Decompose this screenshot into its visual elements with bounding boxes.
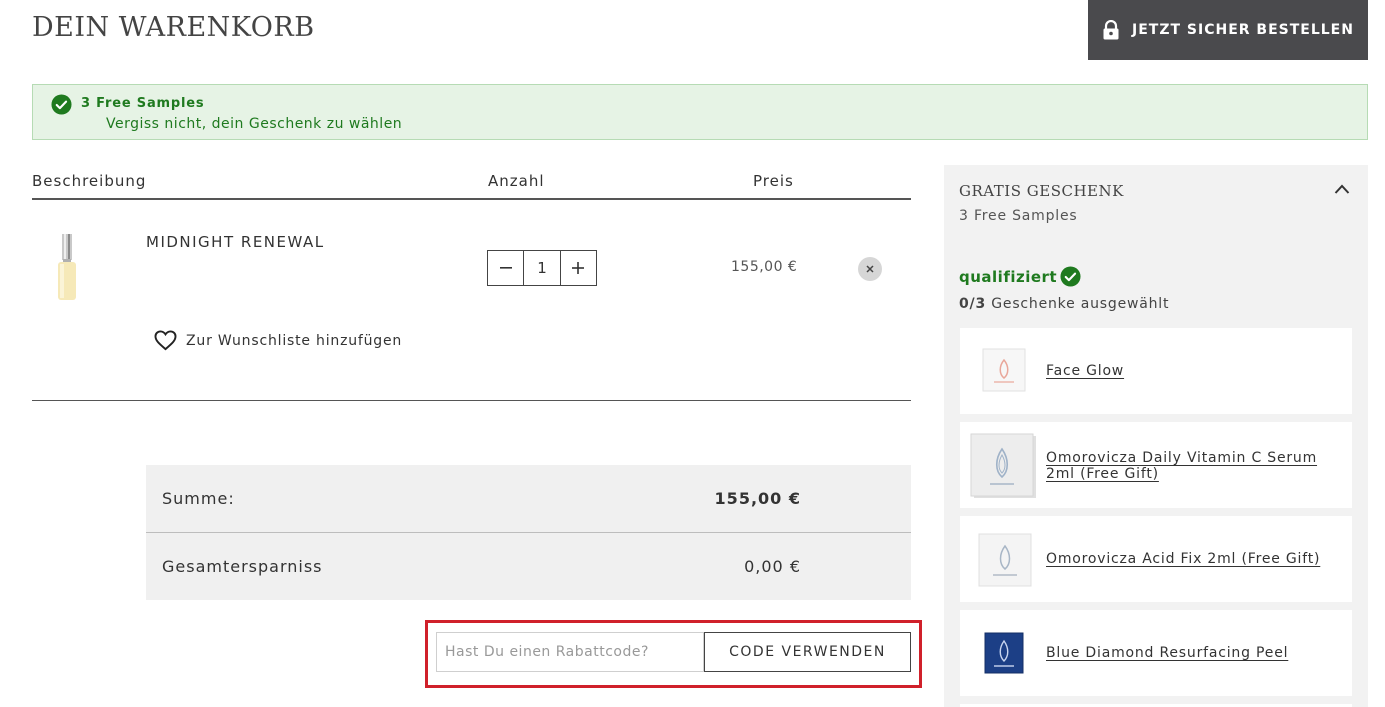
column-header-description: Beschreibung (32, 172, 147, 190)
sum-value: 155,00 € (714, 489, 801, 508)
gift-label: Omorovicza Daily Vitamin C Serum 2ml (Fr… (1046, 450, 1318, 482)
close-icon (866, 265, 874, 273)
column-header-quantity: Anzahl (488, 172, 545, 190)
gift-thumbnail (982, 348, 1026, 392)
sum-label: Summe: (162, 489, 235, 508)
page-title: DEIN WARENKORB (32, 12, 315, 43)
item-divider (32, 400, 911, 401)
apply-code-button[interactable]: CODE VERWENDEN (704, 632, 911, 672)
quantity-stepper: 1 (487, 250, 597, 286)
free-samples-notice: 3 Free Samples Vergiss nicht, dein Gesch… (32, 84, 1368, 140)
qualified-label: qualifiziert (959, 267, 1058, 286)
gift-panel-subtitle: 3 Free Samples (959, 208, 1078, 224)
product-name[interactable]: MIDNIGHT RENEWAL (146, 233, 325, 251)
checkout-button[interactable]: JETZT SICHER BESTELLEN (1088, 0, 1368, 60)
gift-thumbnail (970, 433, 1036, 498)
gift-label: Face Glow (1046, 363, 1125, 379)
savings-row: Gesamtersparniss 0,00 € (146, 532, 911, 599)
check-circle-icon (51, 94, 72, 115)
notice-title: 3 Free Samples (81, 96, 205, 111)
checkout-label: JETZT SICHER BESTELLEN (1132, 22, 1354, 38)
gift-label: Blue Diamond Resurfacing Peel (1046, 645, 1289, 661)
gift-thumbnail (984, 632, 1024, 674)
gift-panel-title: GRATIS GESCHENK (959, 182, 1124, 200)
gift-label: Omorovicza Acid Fix 2ml (Free Gift) (1046, 551, 1321, 567)
heart-icon (154, 330, 177, 351)
wishlist-label: Zur Wunschliste hinzufügen (186, 332, 403, 349)
header-divider (32, 198, 911, 200)
plus-icon (572, 262, 585, 274)
remove-item-button[interactable] (858, 257, 882, 281)
selected-count-text: Geschenke ausgewählt (991, 296, 1170, 312)
lock-icon (1103, 20, 1119, 40)
savings-value: 0,00 € (744, 557, 801, 576)
gift-option-blue-diamond-peel[interactable]: Blue Diamond Resurfacing Peel (960, 610, 1352, 696)
order-totals: Summe: 155,00 € Gesamtersparniss 0,00 € (146, 465, 911, 600)
quantity-value[interactable]: 1 (523, 251, 561, 285)
chevron-up-icon[interactable] (1334, 183, 1350, 195)
add-to-wishlist-link[interactable]: Zur Wunschliste hinzufügen (154, 330, 402, 351)
minus-icon (499, 267, 512, 269)
notice-text: Vergiss nicht, dein Geschenk zu wählen (106, 116, 403, 132)
savings-label: Gesamtersparniss (162, 557, 323, 576)
gift-option-acid-fix[interactable]: Omorovicza Acid Fix 2ml (Free Gift) (960, 516, 1352, 602)
gift-panel: GRATIS GESCHENK 3 Free Samples qualifizi… (944, 165, 1368, 707)
increase-quantity-button[interactable] (560, 251, 596, 285)
sum-row: Summe: 155,00 € (146, 465, 911, 532)
promo-code-input[interactable] (436, 632, 704, 672)
column-header-price: Preis (753, 172, 794, 190)
product-image (58, 234, 76, 300)
selected-count-value: 0/3 (959, 296, 986, 312)
qualified-status: qualifiziert (959, 266, 1081, 287)
gift-option-face-glow[interactable]: Face Glow (960, 328, 1352, 414)
selected-gifts-count: 0/3 Geschenke ausgewählt (959, 296, 1169, 312)
gift-thumbnail (978, 533, 1032, 587)
decrease-quantity-button[interactable] (488, 251, 524, 285)
check-circle-icon (1060, 266, 1081, 287)
item-price: 155,00 € (731, 259, 798, 275)
gift-option-vitamin-c-serum[interactable]: Omorovicza Daily Vitamin C Serum 2ml (Fr… (960, 422, 1352, 508)
